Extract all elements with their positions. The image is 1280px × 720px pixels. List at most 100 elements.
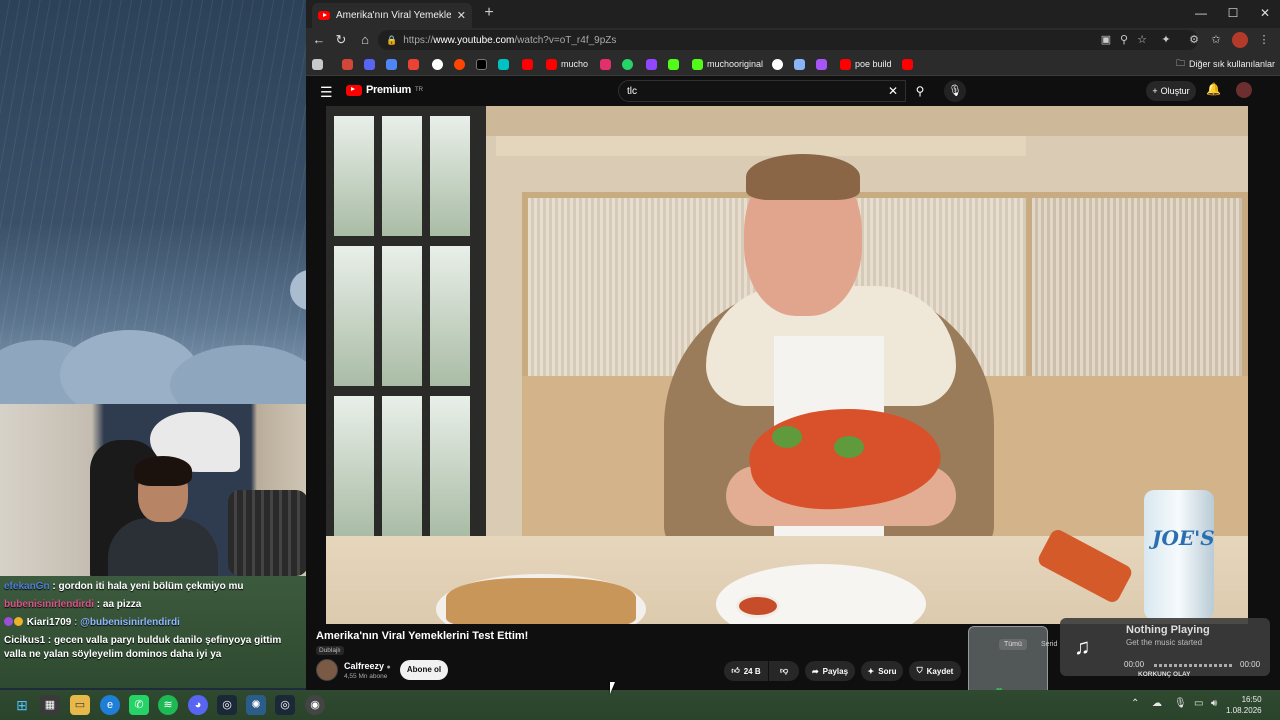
obs-icon[interactable]: ◉	[305, 695, 325, 715]
favorite-star-icon[interactable]: ☆	[1134, 32, 1150, 48]
tray-app-icon[interactable]: ☁	[1152, 698, 1162, 709]
clock[interactable]: 16:50 1.08.2026	[1226, 694, 1262, 716]
search-input[interactable]	[627, 85, 877, 97]
bookmark-item[interactable]	[902, 57, 913, 71]
video-player[interactable]: JOE'S	[326, 106, 1248, 624]
tray-chevron-icon[interactable]: ⌃	[1131, 698, 1139, 709]
kick-icon	[668, 58, 679, 70]
create-button[interactable]: + Oluştur	[1146, 81, 1196, 101]
bookmark-item[interactable]	[772, 57, 783, 71]
minimize-button[interactable]: —	[1184, 0, 1218, 28]
back-button[interactable]: ←	[308, 30, 330, 50]
bookmark-item[interactable]	[386, 57, 397, 71]
bookmark-item[interactable]	[816, 57, 827, 71]
close-tab-icon[interactable]: ✕	[457, 9, 466, 22]
mouse-cursor-icon	[610, 682, 615, 694]
maximize-button[interactable]: ☐	[1216, 0, 1250, 28]
bookmark-mucho[interactable]: mucho	[546, 57, 588, 71]
steam-alt-icon[interactable]: ◎	[275, 695, 295, 715]
folder-icon: 🗀	[1176, 58, 1186, 68]
share-button[interactable]: ➦ Paylaş	[805, 661, 855, 681]
bookmark-item[interactable]	[364, 57, 375, 71]
stream-chat: efekanGn : gordon iti hala yeni bölüm çe…	[0, 576, 306, 688]
whatsapp-icon[interactable]: ✆	[129, 695, 149, 715]
bookmark-icon	[816, 58, 827, 70]
like-button[interactable]: 👍︎ 24 B	[724, 661, 768, 681]
bookmark-item[interactable]	[646, 57, 657, 71]
music-progress	[1154, 664, 1234, 667]
bookmark-item[interactable]	[408, 57, 419, 71]
mic-icon[interactable]: 🎙	[944, 80, 966, 102]
sidebar-icon[interactable]: ⚙	[1186, 32, 1202, 48]
channel-avatar[interactable]	[316, 659, 338, 681]
home-button[interactable]: ⌂	[354, 30, 376, 50]
tab-youtube[interactable]: Amerika'nın Viral Yemeklerini Test Etti …	[312, 3, 472, 28]
whatsapp-icon	[622, 58, 633, 70]
bookmarks-bar: mucho muchooriginal poe build 🗀 Diğer sık…	[306, 52, 1280, 76]
bookmark-item[interactable]	[794, 57, 805, 71]
like-count: 24 B	[743, 666, 761, 676]
reader-icon[interactable]: ▣	[1098, 32, 1114, 48]
youtube-icon	[522, 58, 533, 70]
bookmark-save-icon: ⛉	[916, 666, 923, 675]
clear-search-icon[interactable]: ✕	[888, 84, 898, 98]
app-icon[interactable]: ✺	[246, 695, 266, 715]
spotify-icon[interactable]: ≋	[158, 695, 178, 715]
ask-button[interactable]: ✦ Soru	[861, 661, 903, 681]
bookmark-item[interactable]	[622, 57, 633, 71]
youtube-logo[interactable]: Premium TR	[346, 84, 423, 96]
bookmark-item[interactable]	[600, 57, 611, 71]
microphone-icon[interactable]: 🎙	[1174, 698, 1187, 709]
sub-badge-icon	[4, 617, 13, 626]
subscribe-button[interactable]: Abone ol	[400, 660, 448, 680]
close-window-button[interactable]: ✕	[1248, 0, 1280, 28]
channel-name[interactable]: Calfreezy ●	[344, 661, 391, 671]
url-field[interactable]: 🔒 https://www.youtube.com/watch?v=oT_r4f…	[378, 30, 1198, 50]
search-button[interactable]: ⚲	[906, 80, 934, 102]
save-button[interactable]: ⛉ Kaydet	[909, 661, 961, 681]
bookmark-item[interactable]	[522, 57, 533, 71]
discord-icon[interactable]: ◕	[188, 695, 208, 715]
store-icon[interactable]: ▦	[40, 695, 60, 715]
network-icon[interactable]: ▭	[1194, 698, 1203, 709]
taskbar: ⊞ ▦ ▭ e ✆ ≋ ◕ ◎ ✺ ◎ ◉ ⌃ ☁ 🎙 ▭ 🔊︎	[0, 690, 1280, 720]
bookmark-item[interactable]	[668, 57, 679, 71]
profile-icon[interactable]	[1232, 32, 1248, 48]
bookmark-item[interactable]	[454, 57, 465, 71]
jar-tag: Tümü	[999, 639, 1027, 650]
bookmark-label: poe build	[855, 59, 892, 69]
bookmark-item[interactable]	[498, 57, 509, 71]
steam-icon[interactable]: ◎	[217, 695, 237, 715]
new-tab-button[interactable]: +	[478, 3, 500, 25]
zoom-icon[interactable]: ⚲	[1116, 32, 1132, 48]
instagram-icon	[600, 58, 611, 70]
user-avatar[interactable]	[1236, 82, 1252, 98]
chat-message: Cicikus1 : gecen valla paryı bulduk dani…	[4, 634, 302, 662]
bookmark-item[interactable]	[476, 57, 487, 71]
extensions-icon[interactable]: ✦	[1158, 32, 1174, 48]
edge-icon[interactable]: e	[100, 695, 120, 715]
more-menu-icon[interactable]: ⋮	[1256, 32, 1272, 48]
reload-button[interactable]: ↻	[330, 30, 352, 50]
dislike-button[interactable]: 👎︎	[769, 661, 799, 681]
bookmark-poe-build[interactable]: poe build	[840, 57, 892, 71]
music-title: Nothing Playing	[1126, 624, 1210, 636]
bookmark-item[interactable]	[342, 57, 353, 71]
favorites-icon[interactable]: ✩	[1208, 32, 1224, 48]
bookmark-muchooriginal[interactable]: muchooriginal	[692, 57, 763, 71]
youtube-header: ☰ PremiumTR ✕ ⚲ 🎙 +Oluştur 🔔	[306, 76, 1280, 106]
address-bar-row: ← ↻ ⌂ 🔒 https://www.youtube.com/watch?v=…	[306, 28, 1280, 52]
windows-start-icon[interactable]: ⊞	[12, 695, 32, 715]
music-time-start: 00:00	[1124, 660, 1145, 669]
volume-icon[interactable]: 🔊︎	[1211, 698, 1217, 709]
menu-icon[interactable]: ☰	[320, 84, 333, 101]
file-explorer-icon[interactable]: ▭	[70, 695, 90, 715]
chat-user: bubenisinirlendirdi	[4, 599, 95, 610]
bookmark-icon	[386, 58, 397, 70]
bookmark-item[interactable]	[432, 57, 443, 71]
notifications-icon[interactable]: 🔔	[1206, 82, 1221, 96]
other-bookmarks[interactable]: 🗀 Diğer sık kullanılanlar	[1176, 57, 1275, 71]
video-title: Amerika'nın Viral Yemeklerini Test Ettim…	[316, 630, 529, 642]
bookmark-item[interactable]	[312, 57, 323, 71]
music-widget: ♫ Nothing Playing Get the music started …	[1060, 618, 1270, 676]
